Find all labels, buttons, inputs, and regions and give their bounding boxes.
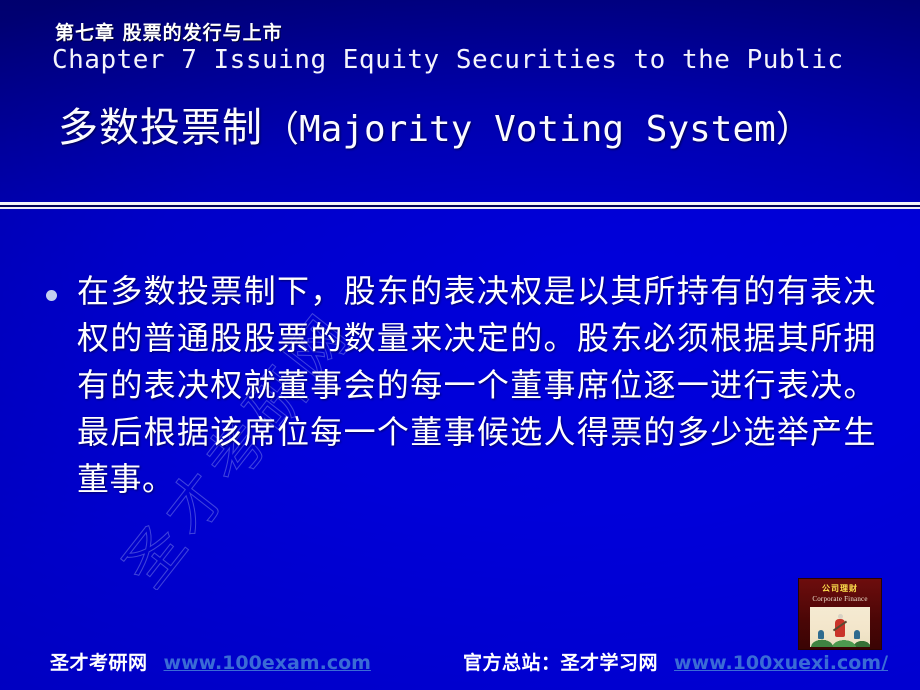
footer-left-label: 圣才考研网 — [50, 652, 148, 674]
footer-left-link[interactable]: www.100exam.com — [164, 652, 371, 674]
book-cover-title-english: Corporate Finance — [812, 595, 868, 603]
bullet-item: 在多数投票制下，股东的表决权是以其所持有的有表决权的普通股股票的数量来决定的。股… — [46, 268, 876, 503]
cover-figure-right — [854, 630, 860, 639]
footer-right-link[interactable]: www.100xuexi.com/ — [674, 652, 888, 674]
footer-right-label: 官方总站：圣才学习网 — [463, 652, 659, 674]
chapter-heading-chinese: 第七章 股票的发行与上市 — [55, 22, 283, 44]
page-title-english: （Majority Voting System） — [263, 109, 812, 150]
divider-line-bottom — [0, 207, 920, 209]
cover-figure-left — [818, 630, 824, 639]
book-cover-artwork — [810, 607, 870, 647]
bullet-paragraph: 在多数投票制下，股东的表决权是以其所持有的有表决权的普通股股票的数量来决定的。股… — [77, 272, 876, 498]
book-cover-thumbnail: 公司理财 Corporate Finance — [798, 578, 882, 650]
page-title-chinese: 多数投票制 — [58, 105, 263, 151]
page-title: 多数投票制（Majority Voting System） — [58, 106, 812, 150]
slide-body: 在多数投票制下，股东的表决权是以其所持有的有表决权的普通股股票的数量来决定的。股… — [46, 268, 876, 503]
chapter-heading-english: Chapter 7 Issuing Equity Securities to t… — [52, 45, 844, 75]
book-cover-title-chinese: 公司理财 — [822, 584, 858, 593]
footer: 圣才考研网 www.100exam.com 官方总站：圣才学习网 www.100… — [0, 648, 920, 682]
footer-right-group: 官方总站：圣才学习网 www.100xuexi.com/ — [463, 648, 888, 675]
footer-left-group: 圣才考研网 www.100exam.com — [50, 648, 371, 675]
slide-canvas: 第七章 股票的发行与上市 Chapter 7 Issuing Equity Se… — [0, 0, 920, 690]
bullet-dot-icon — [46, 290, 57, 301]
